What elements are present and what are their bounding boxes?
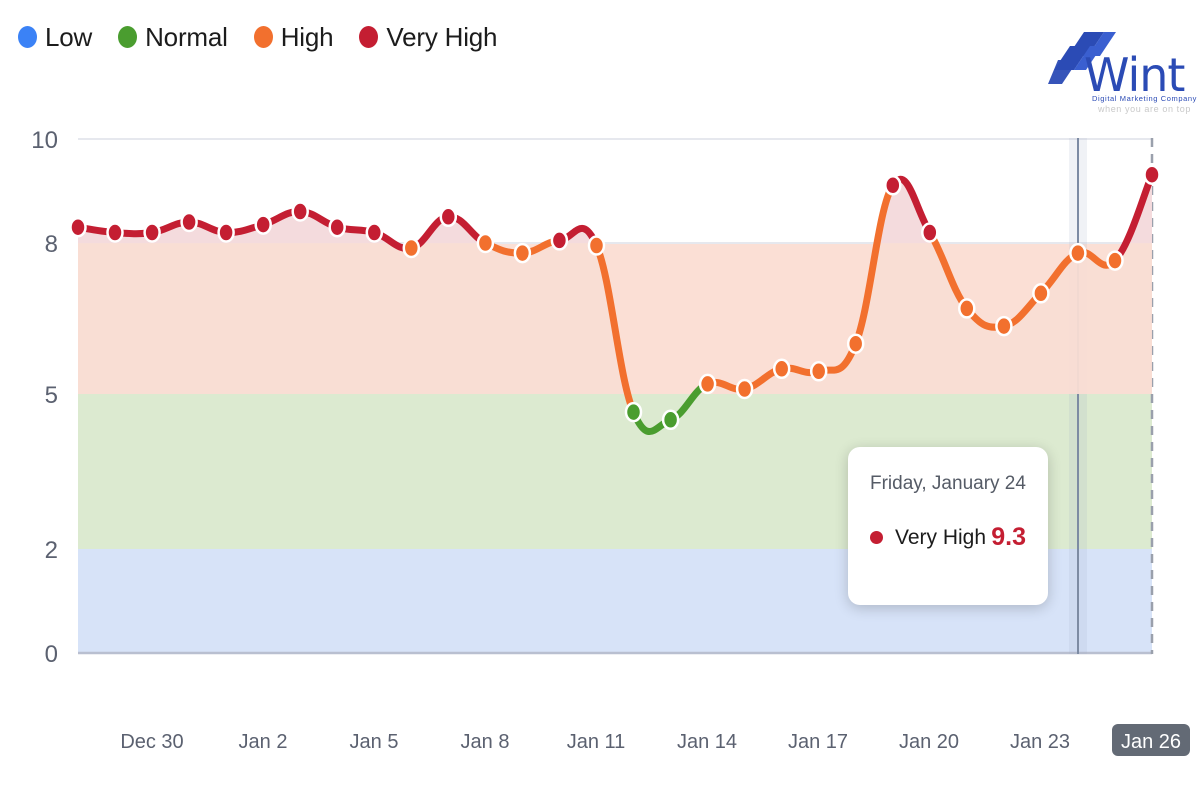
tooltip-row: Very High 9.3 [870,523,1026,552]
chart-data-point[interactable] [180,211,198,233]
chart-data-point[interactable] [884,175,902,196]
chart-data-point[interactable] [587,235,606,256]
chart-data-point[interactable] [772,358,791,380]
chart-data-point[interactable] [402,237,421,259]
chart-data-point[interactable] [624,401,643,423]
chart-tooltip: Friday, January 24 Very High 9.3 [848,447,1048,605]
x-tick-jan-23: Jan 23 [1010,731,1070,753]
chart-data-point[interactable] [958,298,976,319]
chart-data-point[interactable] [513,242,532,264]
x-tick-jan-20: Jan 20 [899,731,959,753]
x-tick-dec-30: Dec 30 [120,731,183,753]
x-tick-jan-8: Jan 8 [461,731,510,753]
chart-data-point[interactable] [143,222,161,243]
chart-data-point[interactable] [106,222,124,243]
x-tick-jan-14: Jan 14 [677,731,737,753]
y-tick-8: 8 [45,231,58,258]
chart-data-point[interactable] [735,378,754,400]
tooltip-date: Friday, January 24 [870,473,1026,494]
chart-data-point[interactable] [328,216,346,238]
chart-data-point[interactable] [1032,283,1050,304]
tooltip-series-label: Very High [895,525,987,549]
chart-data-point[interactable] [254,214,272,235]
chart-data-point[interactable] [1106,250,1124,271]
chart-data-point[interactable] [809,361,828,382]
chart-page: Low Normal High Very High Wint Digital M… [0,0,1200,800]
x-tick-jan-11: Jan 11 [567,731,626,753]
tooltip-series-dot-icon [870,531,883,544]
x-tick-jan-17: Jan 17 [788,731,848,753]
chart-data-point[interactable] [217,222,235,243]
y-tick-2: 2 [45,537,58,564]
chart-data-point[interactable] [69,216,87,238]
y-tick-5: 5 [45,382,58,409]
chart-data-point[interactable] [846,333,865,354]
x-axis: Dec 30 Jan 2 Jan 5 Jan 8 Jan 11 Jan 14 J… [120,724,1190,756]
chart-gridlines [78,138,1152,244]
chart-data-point[interactable] [291,201,309,222]
chart-data-point[interactable] [365,222,384,243]
tooltip-value: 9.3 [991,523,1026,551]
chart-data-point[interactable] [550,230,569,251]
x-tick-jan-5: Jan 5 [350,731,399,753]
chart-data-point[interactable] [476,232,495,254]
chart-data-point[interactable] [1143,164,1161,185]
chart-svg[interactable]: 10 8 5 2 0 Dec 30 Jan 2 Jan 5 Jan 8 Jan … [0,0,1200,800]
chart-data-point[interactable] [1069,242,1087,264]
chart-data-point[interactable] [698,373,717,395]
x-tick-jan-2: Jan 2 [239,731,288,753]
y-tick-0: 0 [45,641,58,668]
chart-data-point[interactable] [921,222,939,243]
y-tick-10: 10 [31,127,58,154]
chart-data-point[interactable] [661,409,680,431]
x-tick-jan-26: Jan 26 [1121,731,1181,753]
y-axis: 10 8 5 2 0 [31,127,58,668]
chart-data-point[interactable] [439,206,458,228]
chart-data-point[interactable] [995,315,1013,337]
chart-area[interactable]: 10 8 5 2 0 Dec 30 Jan 2 Jan 5 Jan 8 Jan … [0,0,1200,800]
